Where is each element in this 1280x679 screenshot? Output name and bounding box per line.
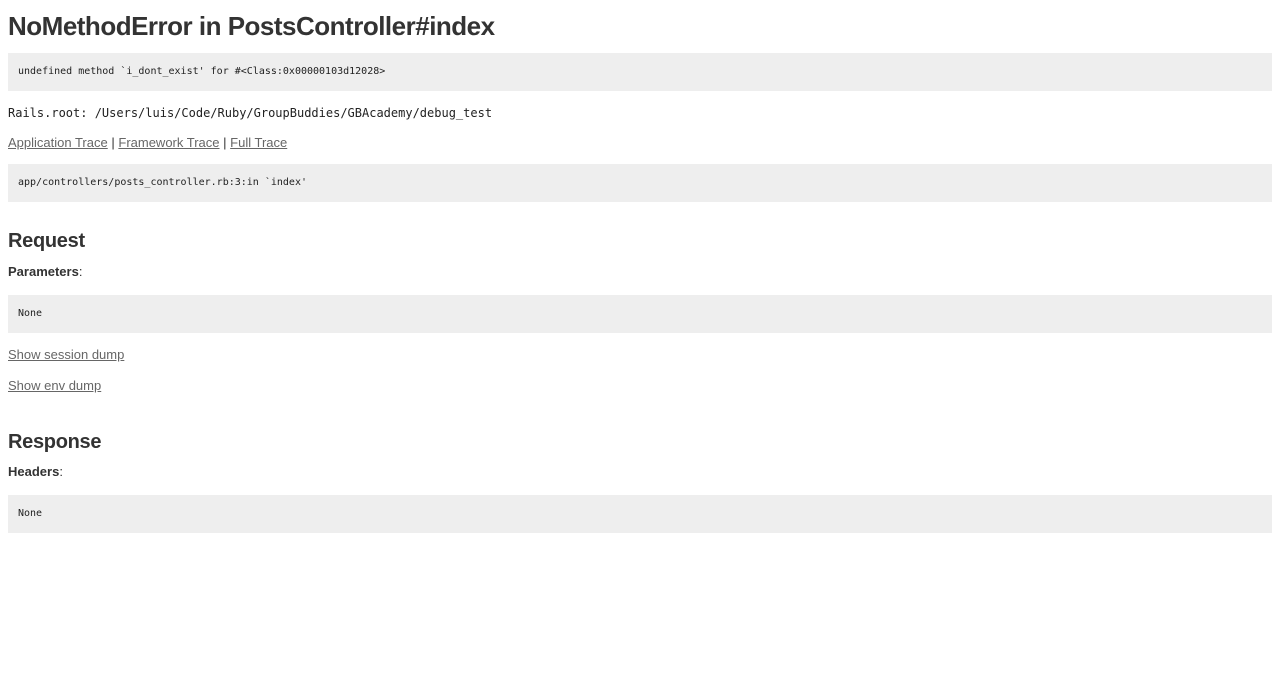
headers-label: Headers	[8, 464, 60, 479]
error-title: NoMethodError in PostsController#index	[8, 11, 495, 41]
show-env-dump-link[interactable]: Show env dump	[8, 378, 101, 393]
parameters-colon: :	[78, 264, 83, 279]
trace-link-separator: |	[223, 135, 227, 150]
headers-label-row: Headers:	[8, 463, 1272, 481]
headers-colon: :	[59, 464, 63, 479]
parameters-block: None	[8, 295, 1272, 333]
error-page: NoMethodError in PostsController#index u…	[0, 0, 1280, 533]
full-trace-link[interactable]: Full Trace	[230, 135, 287, 150]
parameters-label: Parameters	[8, 264, 79, 279]
headers-block: None	[8, 495, 1272, 533]
framework-trace-link[interactable]: Framework Trace	[118, 135, 219, 150]
request-heading: Request	[8, 230, 85, 252]
application-trace-link[interactable]: Application Trace	[8, 135, 108, 150]
response-heading: Response	[8, 431, 102, 453]
session-dump-row: Show session dump	[8, 346, 1272, 364]
env-dump-row: Show env dump	[8, 377, 1272, 395]
error-message-block: undefined method `i_dont_exist' for #<Cl…	[8, 53, 1272, 91]
trace-block: app/controllers/posts_controller.rb:3:in…	[8, 164, 1272, 202]
rails-root-path: Rails.root: /Users/luis/Code/Ruby/GroupB…	[8, 106, 493, 120]
trace-toggle-links: Application Trace | Framework Trace | Fu…	[8, 134, 1272, 152]
show-session-dump-link[interactable]: Show session dump	[8, 347, 124, 362]
parameters-label-row: Parameters:	[8, 263, 1272, 281]
trace-link-separator: |	[111, 135, 115, 150]
